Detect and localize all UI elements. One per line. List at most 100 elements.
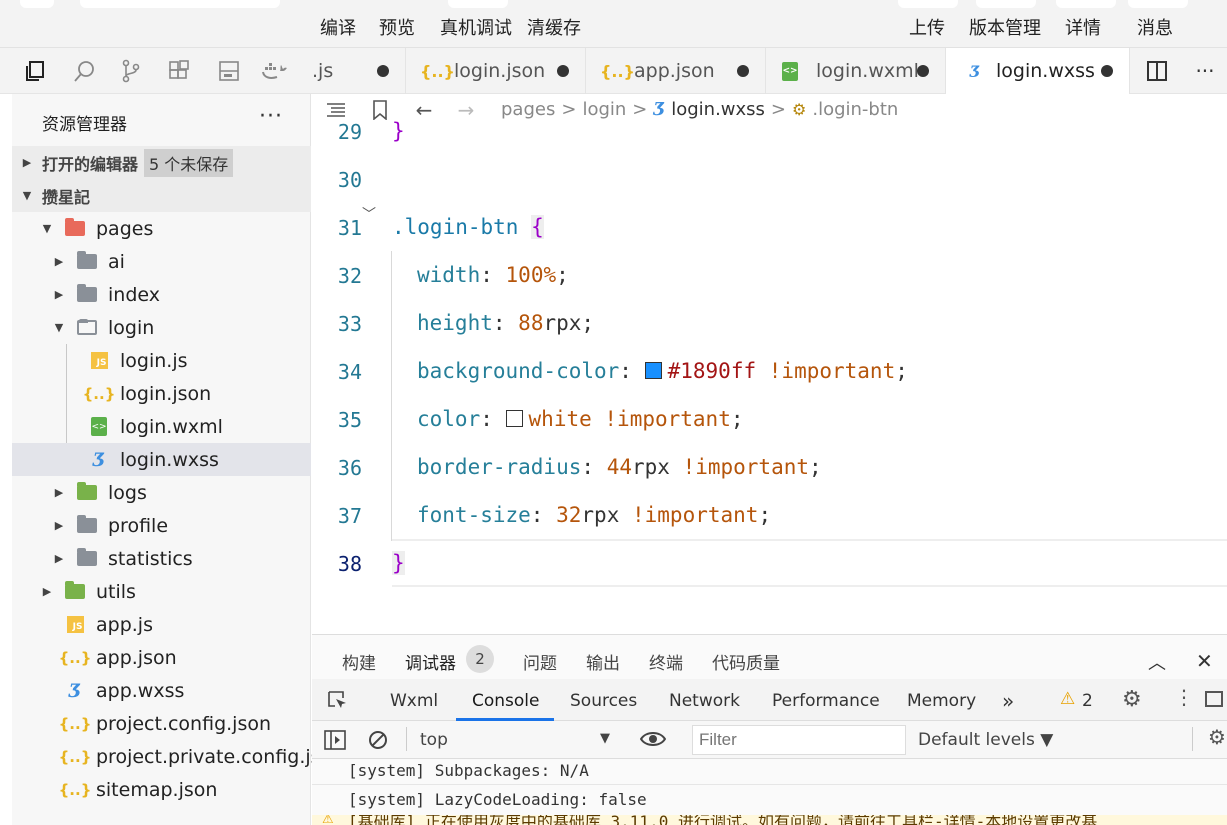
clear-cache-button[interactable]: 清缓存 <box>527 14 581 40</box>
unsaved-dot-icon[interactable] <box>737 65 749 77</box>
tree-item-app-wxss[interactable]: Ʒ app.wxss <box>12 674 311 707</box>
layout-icon[interactable] <box>214 56 244 86</box>
tree-item-profile[interactable]: ▶ profile <box>12 509 311 542</box>
tree-item-app-js[interactable]: JS app.js <box>12 608 311 641</box>
tree-item-login[interactable]: ▼ login <box>12 311 311 344</box>
more-tabs-button[interactable]: » <box>1002 689 1014 713</box>
tree-label: app.wxss <box>96 679 185 702</box>
code-text: font-size: 32rpx !important; <box>417 503 771 527</box>
search-icon[interactable] <box>70 56 100 86</box>
tab-login-wxml[interactable]: <> login.wxml <box>766 48 946 94</box>
log-levels-dropdown[interactable]: Default levels ▼ <box>918 730 1053 750</box>
color-swatch[interactable] <box>505 410 523 427</box>
tree-item-statistics[interactable]: ▶ statistics <box>12 542 311 575</box>
semicolon: ; <box>895 359 908 383</box>
tree-item-ai[interactable]: ▶ ai <box>12 245 311 278</box>
explorer-icon[interactable] <box>20 56 50 86</box>
dock-icon[interactable] <box>1205 691 1223 707</box>
panel-tab-problems[interactable]: 问题 <box>523 649 557 674</box>
devtools-tab-wxml[interactable]: Wxml <box>390 691 438 711</box>
tab-label: app.json <box>634 60 715 82</box>
panel-tab-build[interactable]: 构建 <box>342 649 376 674</box>
extensions-icon[interactable] <box>164 56 194 86</box>
context-selector[interactable]: top <box>420 730 448 750</box>
property: border-radius <box>417 455 582 479</box>
project-section[interactable]: ▼ 攒星記 <box>12 179 311 212</box>
tab-login-js[interactable]: .js <box>296 48 406 94</box>
line-number: 29 <box>337 120 362 144</box>
top-toolbar: 编译 预览 真机调试 清缓存 上传 版本管理 详情 消息 <box>0 0 1227 48</box>
version-button[interactable]: 版本管理 <box>969 14 1041 40</box>
remote-debug-button[interactable]: 真机调试 <box>440 14 512 40</box>
code-line: 34 background-color: #1890ff !important; <box>312 348 1227 396</box>
console-filter-input[interactable] <box>692 725 906 755</box>
tree-item-sitemap[interactable]: {..} sitemap.json <box>12 773 311 806</box>
settings-gear-icon[interactable]: ⚙ <box>1122 687 1142 712</box>
tree-item-pages[interactable]: ▼ pages <box>12 212 311 245</box>
devtools-tabbar: Wxml Console Sources Network Performance… <box>312 679 1227 721</box>
panel-tab-debugger[interactable]: 调试器 <box>405 649 456 674</box>
source-control-icon[interactable] <box>116 56 146 86</box>
chevron-up-icon[interactable]: ︿ <box>1148 649 1166 675</box>
kebab-menu-icon[interactable]: ⋮ <box>1174 685 1194 709</box>
dropdown-arrow-icon[interactable]: ▼ <box>600 731 610 746</box>
compile-button[interactable]: 编译 <box>320 14 356 40</box>
eye-icon[interactable] <box>639 729 667 754</box>
tree-label: login.json <box>120 382 212 405</box>
close-icon[interactable]: ✕ <box>1196 649 1213 673</box>
messages-button[interactable]: 消息 <box>1137 14 1173 40</box>
tree-item-index[interactable]: ▶ index <box>12 278 311 311</box>
unit: rpx <box>631 455 670 479</box>
tab-label: login.wxml <box>816 60 919 82</box>
devtools-tab-performance[interactable]: Performance <box>772 691 880 711</box>
devtools-tab-memory[interactable]: Memory <box>907 691 976 711</box>
tab-app-json[interactable]: {..} app.json <box>586 48 766 94</box>
explorer-more-button[interactable]: ··· <box>259 104 283 129</box>
split-editor-icon[interactable] <box>1142 56 1172 86</box>
code-text: background-color: #1890ff !important; <box>417 359 908 383</box>
tree-item-logs[interactable]: ▶ logs <box>12 476 311 509</box>
console-settings-icon[interactable]: ⚙ <box>1208 725 1226 749</box>
unsaved-dot-icon[interactable] <box>377 65 389 77</box>
preview-button[interactable]: 预览 <box>379 14 415 40</box>
devtools-tab-console[interactable]: Console <box>472 691 540 711</box>
open-editors-section[interactable]: ▶ 打开的编辑器 5 个未保存 <box>12 146 311 179</box>
activity-bar <box>0 48 296 94</box>
panel-tab-terminal[interactable]: 终端 <box>649 649 683 674</box>
important: !important <box>682 455 810 479</box>
upload-button[interactable]: 上传 <box>909 14 945 40</box>
devtools-tab-sources[interactable]: Sources <box>570 691 637 711</box>
tab-login-json[interactable]: {..} login.json <box>406 48 586 94</box>
chevron-right-icon: ▶ <box>42 585 52 598</box>
tree-item-login-json[interactable]: {..} login.json <box>12 377 311 410</box>
tree-item-login-wxml[interactable]: <> login.wxml <box>12 410 311 443</box>
tree-item-app-json[interactable]: {..} app.json <box>12 641 311 674</box>
folder-open-icon <box>76 319 98 337</box>
tree-label: app.json <box>96 646 177 669</box>
unsaved-dot-icon[interactable] <box>557 65 569 77</box>
sidebar-toggle-icon[interactable] <box>324 730 346 755</box>
unsaved-dot-icon[interactable] <box>1101 65 1113 77</box>
color-swatch[interactable] <box>644 362 662 379</box>
important: !important <box>604 407 731 431</box>
tree-item-project-config[interactable]: {..} project.config.json <box>12 707 311 740</box>
clear-console-icon[interactable] <box>368 730 388 755</box>
tree-item-login-wxss[interactable]: Ʒ login.wxss <box>12 443 311 476</box>
code-editor[interactable]: ← → pages > login > Ʒ login.wxss > ⚙ .lo… <box>312 94 1227 634</box>
panel-tab-code-quality[interactable]: 代码质量 <box>712 649 780 674</box>
details-button[interactable]: 详情 <box>1065 14 1101 40</box>
more-actions-icon[interactable]: ··· <box>1190 56 1220 86</box>
docker-icon[interactable] <box>260 56 290 86</box>
tree-item-project-private-config[interactable]: {..} project.private.config.js... <box>12 740 339 773</box>
semicolon: ; <box>556 263 569 287</box>
devtools-tab-network[interactable]: Network <box>669 691 740 711</box>
property: background-color <box>417 359 620 383</box>
tree-label: ai <box>108 250 125 273</box>
tree-item-login-js[interactable]: JS login.js <box>12 344 311 377</box>
unsaved-dot-icon[interactable] <box>917 65 929 77</box>
tree-item-utils[interactable]: ▶ utils <box>12 575 311 608</box>
warning-icon[interactable]: ⚠ <box>1060 689 1075 709</box>
tab-login-wxss[interactable]: Ʒ login.wxss <box>946 48 1130 94</box>
panel-tab-output[interactable]: 输出 <box>586 649 620 674</box>
inspect-element-icon[interactable] <box>326 689 348 716</box>
